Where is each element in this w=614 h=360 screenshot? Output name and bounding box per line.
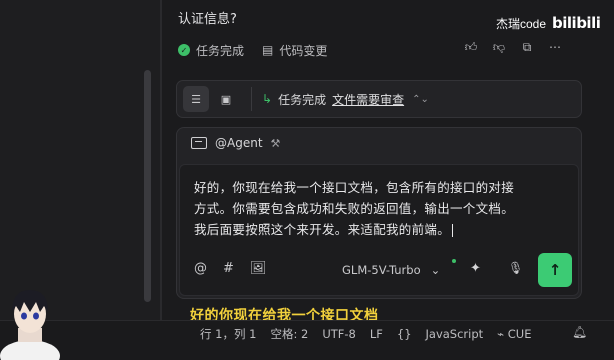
model-status-dot <box>452 259 456 263</box>
composer: @Agent ⚒ 好的，你现在给我一个接口文档，包含所有的接口的对接 方式。你需… <box>176 127 582 299</box>
arrow-up-icon: ↑ <box>548 261 562 279</box>
copy-icon[interactable]: ⧉ <box>520 40 534 55</box>
file-diff-icon: ▤ <box>262 43 274 57</box>
checklist-icon: ☰ <box>191 92 201 106</box>
braces-icon[interactable]: {} <box>397 327 412 341</box>
encoding[interactable]: UTF-8 <box>322 327 356 341</box>
agent-label[interactable]: @Agent <box>215 136 263 150</box>
message-tail-text: 认证信息? <box>178 12 237 27</box>
text-cursor <box>452 224 454 237</box>
language-mode[interactable]: JavaScript <box>426 327 484 341</box>
mention-icon[interactable]: @ <box>194 261 207 276</box>
prompt-line: 我后面要按照这个来开发。来适配我的前端。 <box>194 219 566 240</box>
task-status[interactable]: ↳ 任务完成 文件需要审查 ⌃⌄ <box>262 91 429 108</box>
thumbs-down-icon[interactable]: 👎︎ <box>492 40 506 55</box>
document-view-button[interactable]: ▣ <box>213 86 239 112</box>
view-toggle: ☰ ▣ <box>177 86 239 112</box>
send-button[interactable]: ↑ <box>538 253 572 287</box>
prompt-line: 好的，你现在给我一个接口文档，包含所有的接口的对接 <box>194 180 515 195</box>
status-bar-items: 行 1，列 1 空格: 2 UTF-8 LF {} JavaScript ⌁ C… <box>200 326 531 342</box>
bilibili-logo: bilibili <box>552 14 601 32</box>
prompt-text[interactable]: 好的，你现在给我一个接口文档，包含所有的接口的对接 方式。你需要包含成功和失败的… <box>194 177 566 240</box>
task-status-icon: ↳ <box>262 92 273 106</box>
cue-icon: ⌁ <box>497 327 508 341</box>
image-icon[interactable]: 🖼︎ <box>250 261 267 276</box>
left-scrollbar[interactable] <box>144 70 151 302</box>
task-bar-divider <box>251 87 252 111</box>
model-selector[interactable]: GLM-5V-Turbo ⌄ <box>342 259 456 277</box>
task-status-label: 任务完成 <box>278 92 327 107</box>
sparkle-icon[interactable]: ✦ <box>470 261 481 276</box>
composer-tools: @ # 🖼︎ <box>194 261 266 276</box>
check-circle-icon: ✓ <box>178 44 190 56</box>
chevron-down-icon: ⌄ <box>430 263 441 277</box>
code-changes-link[interactable]: ▤ 代码变更 <box>262 42 327 59</box>
checklist-view-button[interactable]: ☰ <box>183 86 209 112</box>
task-done-status: ✓ 任务完成 <box>178 42 244 59</box>
watermark: 杰瑞code bilibili <box>496 14 601 32</box>
document-icon: ▣ <box>220 92 232 106</box>
cursor-position[interactable]: 行 1，列 1 <box>200 326 256 342</box>
prompt-line: 方式。你需要包含成功和失败的返回值，输出一个文档。 <box>194 201 515 216</box>
status-bar: 行 1，列 1 空格: 2 UTF-8 LF {} JavaScript ⌁ C… <box>0 320 614 360</box>
microphone-icon[interactable]: 🎙︎ <box>508 261 523 275</box>
agent-row: @Agent ⚒ <box>191 136 280 150</box>
left-editor-pane <box>0 0 160 320</box>
code-changes-label: 代码变更 <box>279 43 328 58</box>
cue-item[interactable]: ⌁ CUE <box>497 327 531 341</box>
tools-icon[interactable]: ⚒ <box>271 137 281 150</box>
watermark-text: 杰瑞code <box>496 16 547 31</box>
task-done-label: 任务完成 <box>196 43 245 58</box>
line-ending[interactable]: LF <box>370 327 383 341</box>
bell-icon[interactable]: 🔔︎ <box>572 325 587 339</box>
model-name: GLM-5V-Turbo <box>342 263 421 277</box>
hash-icon[interactable]: # <box>223 261 234 276</box>
expand-icon[interactable]: ⌃⌄ <box>412 94 429 105</box>
review-files-link[interactable]: 文件需要审查 <box>332 91 404 108</box>
thumbs-up-icon[interactable]: 👍︎ <box>464 40 478 55</box>
task-bar: ☰ ▣ ↳ 任务完成 文件需要审查 ⌃⌄ <box>176 80 582 118</box>
prompt-input[interactable]: 好的，你现在给我一个接口文档，包含所有的接口的对接 方式。你需要包含成功和失败的… <box>179 164 579 296</box>
agent-icon <box>191 137 207 149</box>
streamer-avatar <box>0 290 60 360</box>
message-actions: 👍︎ 👎︎ ⧉ ⋯ <box>464 40 562 55</box>
indentation[interactable]: 空格: 2 <box>270 326 308 342</box>
more-icon[interactable]: ⋯ <box>548 40 562 55</box>
